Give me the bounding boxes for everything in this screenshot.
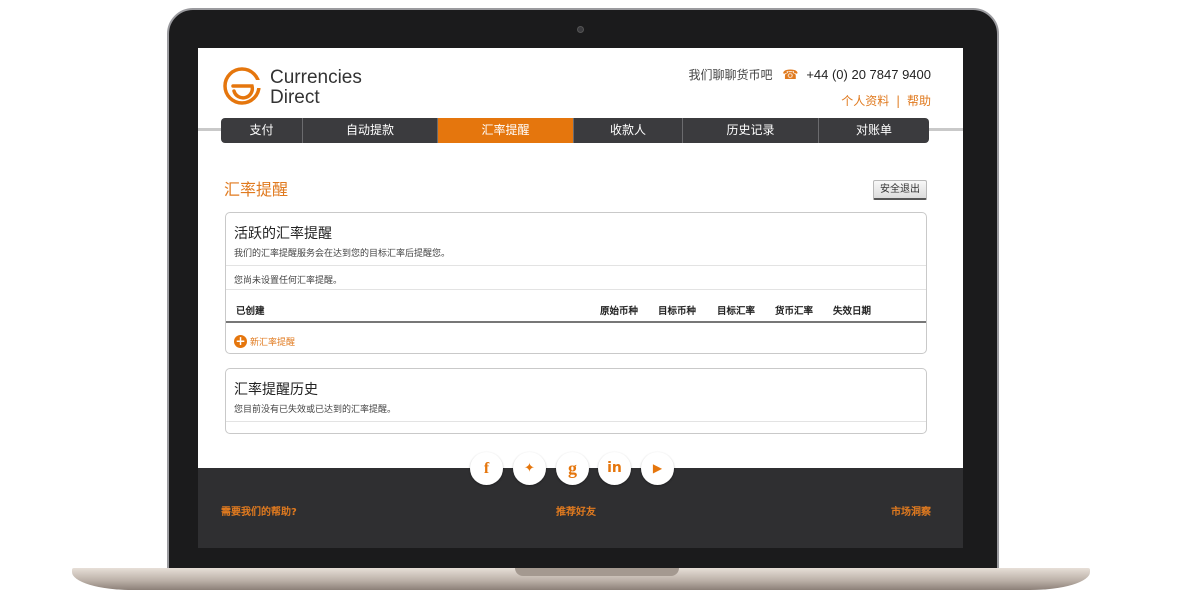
alert-history-description: 您目前没有已失效或已达到的汇率提醒。: [234, 405, 397, 415]
active-alerts-panel: 活跃的汇率提醒 我们的汇率提醒服务会在达到您的目标汇率后提醒您。 您尚未设置任何…: [225, 212, 927, 354]
linkedin-icon[interactable]: in: [598, 452, 631, 485]
chat-tagline: 我们聊聊货币吧: [688, 68, 773, 82]
new-alert-link[interactable]: + 新汇率提醒: [234, 334, 295, 348]
footer-refer-link[interactable]: 推荐好友: [556, 503, 596, 518]
account-links: 个人资料 | 帮助: [841, 92, 931, 109]
profile-link[interactable]: 个人资料: [841, 94, 889, 108]
column-current-rate[interactable]: 货币汇率: [775, 303, 813, 317]
brand-name: Currencies Direct: [270, 68, 362, 108]
twitter-icon[interactable]: ✦: [513, 452, 546, 485]
table-header-rule: [226, 321, 926, 323]
alert-history-heading: 汇率提醒历史: [234, 382, 318, 398]
tab-history[interactable]: 历史记录: [683, 118, 819, 143]
active-alerts-heading: 活跃的汇率提醒: [234, 226, 332, 242]
contact-bar: 我们聊聊货币吧 ☎ +44 (0) 20 7847 9400: [688, 66, 931, 83]
tab-rate-alerts[interactable]: 汇率提醒: [438, 118, 574, 143]
empty-alerts-note: 您尚未设置任何汇率提醒。: [234, 276, 343, 286]
browser-screen: Currencies Direct 我们聊聊货币吧 ☎ +44 (0) 20 7…: [198, 48, 963, 548]
column-target-currency[interactable]: 目标币种: [658, 303, 696, 317]
column-created[interactable]: 已创建: [236, 303, 265, 317]
new-alert-label[interactable]: 新汇率提醒: [250, 335, 295, 348]
tab-statements[interactable]: 对账单: [819, 118, 929, 143]
brand-name-line1: Currencies: [270, 67, 362, 88]
panel-divider: [226, 265, 926, 266]
youtube-icon[interactable]: ▶: [641, 452, 674, 485]
page-title: 汇率提醒: [224, 180, 289, 199]
google-plus-icon[interactable]: g: [556, 452, 589, 485]
footer-help-link[interactable]: 需要我们的帮助?: [221, 503, 297, 518]
main-nav: 支付 自动提款 汇率提醒 收款人 历史记录 对账单: [221, 118, 929, 143]
laptop-notch: [515, 568, 679, 576]
phone-number[interactable]: +44 (0) 20 7847 9400: [806, 67, 931, 82]
logout-button[interactable]: 安全退出: [873, 180, 927, 200]
facebook-icon[interactable]: f: [470, 452, 503, 485]
help-link[interactable]: 帮助: [907, 94, 931, 108]
link-separator: |: [896, 94, 901, 108]
logo-gap: [256, 80, 264, 88]
alert-history-panel: 汇率提醒历史 您目前没有已失效或已达到的汇率提醒。: [225, 368, 927, 434]
tab-auto-withdrawal[interactable]: 自动提款: [303, 118, 438, 143]
camera-icon: [577, 26, 584, 33]
active-alerts-description: 我们的汇率提醒服务会在达到您的目标汇率后提醒您。: [234, 249, 451, 259]
panel-divider: [226, 421, 926, 422]
column-target-rate[interactable]: 目标汇率: [717, 303, 755, 317]
tab-payees[interactable]: 收款人: [574, 118, 683, 143]
logo-mark-icon: [231, 84, 255, 100]
panel-divider: [226, 289, 926, 290]
tab-payments[interactable]: 支付: [221, 118, 303, 143]
laptop-bezel: [172, 548, 994, 568]
phone-icon: ☎: [782, 68, 799, 83]
column-source-currency[interactable]: 原始币种: [600, 303, 638, 317]
brand-name-line2: Direct: [270, 87, 320, 108]
footer-market-insight-link[interactable]: 市场洞察: [891, 503, 931, 518]
column-expiry-date[interactable]: 失效日期: [833, 303, 871, 317]
plus-circle-icon[interactable]: +: [234, 334, 247, 348]
